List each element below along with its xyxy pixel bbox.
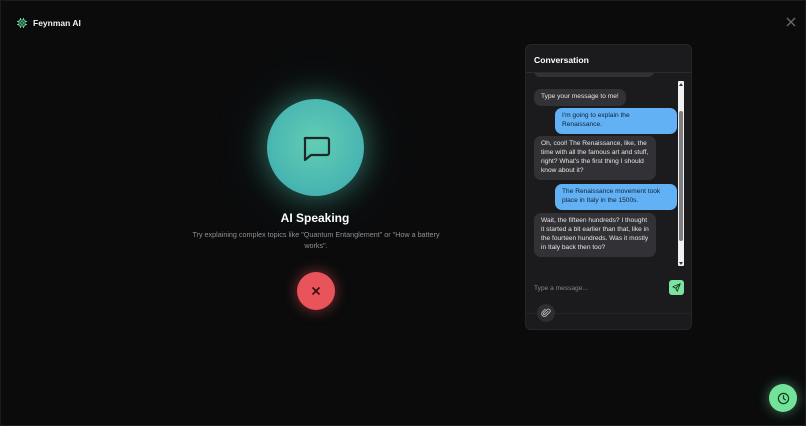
triangle-down-icon — [679, 261, 683, 265]
brand: Feynman AI — [16, 17, 81, 29]
send-button[interactable] — [669, 280, 684, 295]
panel-title: Conversation — [534, 55, 589, 65]
conversation-panel: Conversation Type your message to me! I'… — [525, 44, 692, 330]
x-icon — [311, 286, 321, 296]
end-session-button[interactable] — [297, 272, 335, 310]
message-bubble-partial — [534, 73, 654, 77]
scroll-down-arrow[interactable] — [678, 260, 684, 266]
speaker-status: AI Speaking — [280, 211, 350, 225]
message-input[interactable] — [534, 281, 662, 295]
history-button[interactable] — [769, 384, 797, 412]
close-button[interactable] — [785, 16, 797, 28]
close-icon — [786, 17, 796, 27]
paperclip-icon — [541, 308, 551, 317]
triangle-up-icon — [679, 82, 683, 86]
message-ai: Oh, cool! The Renaissance, like, the tim… — [534, 136, 656, 180]
send-icon — [672, 283, 681, 292]
speaker-hint: Try explaining complex topics like "Quan… — [192, 230, 440, 250]
app-name: Feynman AI — [33, 18, 81, 28]
chat-bubble-icon — [303, 136, 330, 161]
scroll-up-arrow[interactable] — [678, 81, 684, 87]
brain-chip-icon — [17, 18, 27, 28]
message-ai: Type your message to me! — [534, 89, 626, 106]
message-user: The Renaissance movement took place in I… — [555, 184, 677, 210]
scrollbar[interactable] — [678, 81, 684, 266]
clock-icon — [777, 392, 789, 404]
scrollbar-thumb[interactable] — [679, 111, 683, 241]
message-user: I'm going to explain the Renaissance. — [555, 108, 677, 134]
attach-button[interactable] — [537, 304, 555, 322]
speaker-orb — [267, 99, 364, 196]
message-list[interactable]: Type your message to me! I'm going to ex… — [526, 73, 691, 309]
message-ai: Wait, the fifteen hundreds? I thought it… — [534, 213, 656, 257]
app-window: Feynman AI AI Speaking Try explaining co… — [0, 0, 806, 426]
